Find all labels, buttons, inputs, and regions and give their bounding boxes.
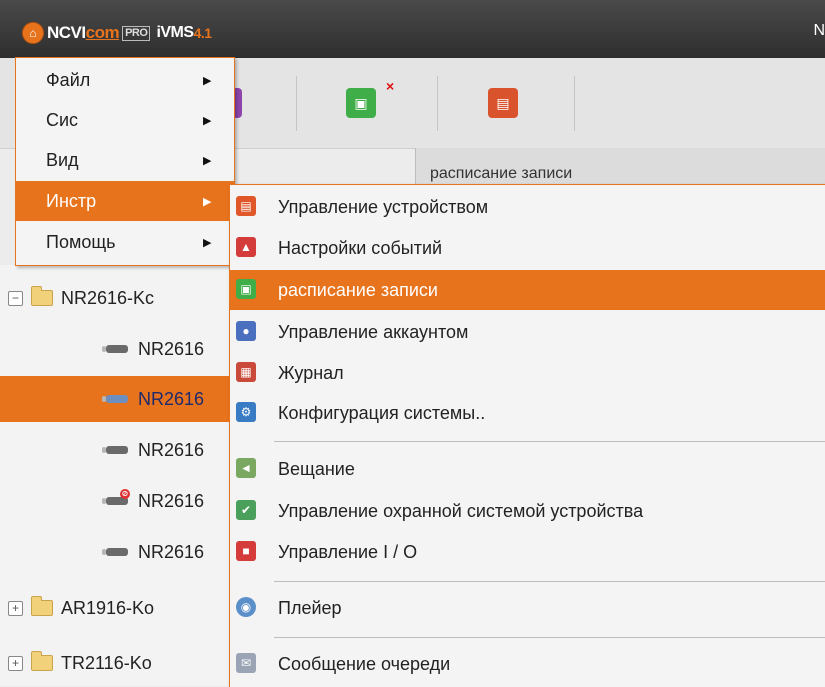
menu-separator	[274, 581, 825, 582]
submenu-item-broadcast[interactable]: ◄ Вещание	[230, 449, 825, 489]
toolbar-divider	[296, 76, 297, 131]
camera-icon	[102, 345, 128, 353]
brand-badge: PRO	[122, 25, 151, 41]
submenu-item-label: Управление I / O	[278, 541, 418, 562]
tree-row-label: NR2616	[138, 490, 205, 511]
collapse-icon[interactable]: −	[8, 290, 23, 306]
error-icon: ⊘	[120, 489, 130, 499]
camera-icon	[102, 395, 128, 403]
folder-icon	[31, 286, 53, 306]
message-queue-icon: ✉	[236, 653, 256, 673]
tree-row-label: NR2616	[138, 541, 205, 562]
submenu-item-label: расписание записи	[278, 279, 438, 300]
menu-item-label: Файл	[46, 69, 91, 90]
menu-item-tools[interactable]: Инстр ▶	[16, 181, 234, 221]
tree-row[interactable]: NR2616	[0, 376, 240, 422]
menu-item-label: Инстр	[46, 190, 97, 211]
log-icon: ▦	[236, 362, 256, 382]
tree-row[interactable]: + AR1916-Ko	[0, 585, 240, 631]
menu-item-label: Вид	[46, 149, 79, 170]
submenu-item-event-settings[interactable]: ▲ Настройки событий	[230, 228, 825, 268]
submenu-arrow-icon: ▶	[203, 236, 212, 249]
menu-item-label: Помощь	[46, 231, 116, 252]
tab-record-schedule[interactable]: расписание записи	[415, 148, 825, 188]
folder-icon	[31, 651, 53, 671]
camera-offline-icon: ⊘	[102, 489, 130, 505]
home-icon[interactable]: ⌂	[22, 22, 44, 44]
event-settings-icon: ▲	[236, 237, 256, 257]
submenu-item-alarm-control[interactable]: ✔ Управление охранной системой устройств…	[230, 491, 825, 531]
submenu-item-player[interactable]: ◉ Плейер	[230, 588, 825, 628]
tree-row[interactable]: NR2616	[0, 326, 240, 372]
title-bar: ⌂ NCVI com PRO iVMS 4.1 N	[0, 0, 825, 58]
submenu-item-label: Управление аккаунтом	[278, 321, 469, 342]
title-right-text: N	[813, 22, 825, 39]
system-config-icon: ⚙	[236, 402, 256, 422]
submenu-item-device-management[interactable]: ▤ Управление устройством	[230, 187, 825, 227]
tab-label: расписание записи	[430, 165, 573, 182]
submenu-item-record-schedule[interactable]: ▣ расписание записи	[230, 270, 825, 310]
brand-part1: NCVI	[47, 23, 86, 42]
tree-row-label: NR2616	[138, 338, 205, 359]
submenu-item-message-queue[interactable]: ✉ Сообщение очереди	[230, 644, 825, 684]
expand-icon[interactable]: +	[8, 600, 23, 616]
tree-row-label: AR1916-Ko	[61, 597, 155, 618]
folder-icon	[31, 596, 53, 616]
submenu-item-log[interactable]: ▦ Журнал	[230, 353, 825, 393]
submenu-arrow-icon: ▶	[203, 114, 212, 127]
submenu-item-label: Плейер	[278, 597, 342, 618]
record-schedule-icon: ▣	[236, 279, 256, 299]
submenu-item-label: Управление устройством	[278, 196, 489, 217]
submenu-item-label: Настройки событий	[278, 237, 443, 258]
submenu-item-label: Конфигурация системы..	[278, 402, 486, 423]
tree-row[interactable]: − NR2616-Kc	[0, 275, 240, 321]
app-version: 4.1	[193, 25, 212, 41]
submenu-arrow-icon: ▶	[203, 154, 212, 167]
expand-icon[interactable]: +	[8, 655, 23, 671]
menu-separator	[274, 637, 825, 638]
tree-row-label: NR2616	[138, 439, 205, 460]
brand-part2: com	[85, 23, 120, 42]
tree-row-label: TR2116-Ko	[61, 652, 152, 673]
tree-row-label: NR2616-Kc	[61, 287, 155, 308]
tree-row[interactable]: + TR2116-Ko	[0, 640, 240, 686]
menu-item-system[interactable]: Сис ▶	[16, 100, 234, 140]
tree-row[interactable]: ⊘ NR2616	[0, 478, 240, 524]
close-icon[interactable]: ×	[386, 78, 394, 94]
toolbar-divider	[574, 76, 575, 131]
submenu-item-label: Сообщение очереди	[278, 653, 451, 674]
camera-icon	[102, 548, 128, 556]
menu-item-label: Сис	[46, 109, 79, 130]
alarm-shield-icon: ✔	[236, 500, 256, 520]
menu-separator	[274, 441, 825, 442]
toolbar-record-icon[interactable]: ▣	[346, 88, 376, 118]
app-logo: NCVI com PRO iVMS 4.1	[47, 22, 212, 44]
submenu-item-label: Вещание	[278, 458, 355, 479]
app-name: iVMS	[156, 24, 194, 41]
account-management-icon: ●	[236, 321, 256, 341]
submenu-item-label: Управление охранной системой устройства	[278, 500, 644, 521]
submenu-arrow-icon: ▶	[203, 195, 212, 208]
submenu-item-label: Журнал	[278, 362, 344, 383]
tools-submenu: ▤ Управление устройством ▲ Настройки соб…	[229, 184, 825, 687]
menu-item-help[interactable]: Помощь ▶	[16, 222, 234, 262]
submenu-item-io-control[interactable]: ■ Управление I / O	[230, 532, 825, 572]
camera-icon	[102, 446, 128, 454]
device-management-icon: ▤	[236, 196, 256, 216]
tree-row[interactable]: NR2616	[0, 427, 240, 473]
submenu-item-account-management[interactable]: ● Управление аккаунтом	[230, 312, 825, 352]
broadcast-icon: ◄	[236, 458, 256, 478]
submenu-arrow-icon: ▶	[203, 74, 212, 87]
main-menu: Файл ▶ Сис ▶ Вид ▶ Инстр ▶ Помощь ▶	[15, 57, 235, 266]
io-control-icon: ■	[236, 541, 256, 561]
player-icon: ◉	[236, 597, 256, 617]
tree-row-label: NR2616	[138, 388, 205, 409]
tree-row[interactable]: NR2616	[0, 529, 240, 575]
menu-item-view[interactable]: Вид ▶	[16, 140, 234, 180]
menu-item-file[interactable]: Файл ▶	[16, 60, 234, 100]
toolbar-device-icon[interactable]: ▤	[488, 88, 518, 118]
submenu-item-system-config[interactable]: ⚙ Конфигурация системы..	[230, 393, 825, 433]
device-tree: − NR2616-Kc NR2616 NR2616 NR2616 ⊘ NR261…	[0, 265, 240, 686]
toolbar-divider	[437, 76, 438, 131]
